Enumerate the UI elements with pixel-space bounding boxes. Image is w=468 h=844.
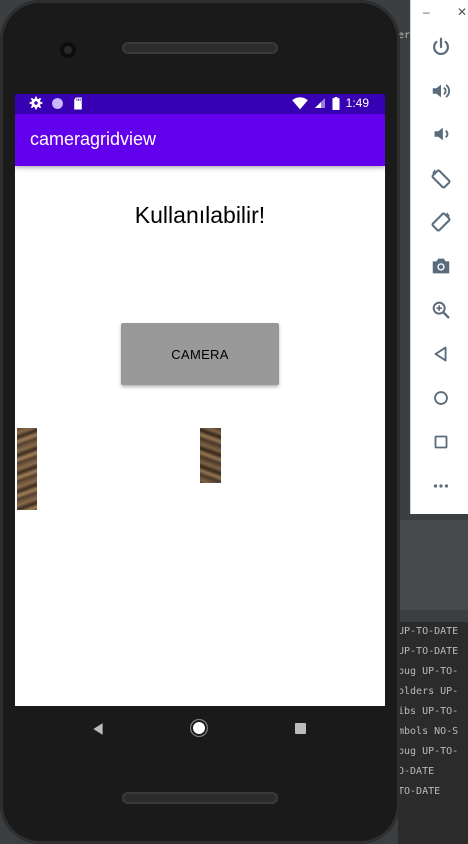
app-title: cameragridview bbox=[30, 129, 157, 149]
app-bar: cameragridview bbox=[15, 114, 385, 166]
overview-icon bbox=[434, 435, 448, 449]
navigation-bar bbox=[15, 706, 385, 750]
front-camera bbox=[60, 42, 76, 58]
log-line: bug UP-TO- bbox=[398, 666, 459, 677]
minimize-button[interactable]: – bbox=[423, 4, 430, 20]
log-line: ibs UP-TO- bbox=[398, 706, 459, 717]
power-icon bbox=[433, 37, 449, 56]
more-icon bbox=[433, 484, 449, 488]
grid-image-thumbnail[interactable] bbox=[17, 428, 37, 510]
rotate-right-button[interactable] bbox=[427, 208, 455, 236]
volume-up-button[interactable] bbox=[427, 77, 455, 105]
phone-screen: 1:49 cameragridview Kullanılabilir! CAME… bbox=[15, 94, 385, 706]
log-line: olders UP- bbox=[398, 686, 459, 697]
volume-down-button[interactable] bbox=[427, 120, 455, 148]
log-line: UP-TO-DATE bbox=[398, 626, 459, 637]
bottom-speaker bbox=[122, 792, 278, 804]
top-speaker bbox=[122, 42, 278, 54]
log-line: bug UP-TO- bbox=[398, 746, 459, 757]
log-line: TO-DATE bbox=[398, 786, 441, 797]
home-button[interactable] bbox=[427, 384, 455, 412]
settings-icon bbox=[29, 96, 43, 110]
signal-icon bbox=[314, 98, 325, 108]
zoom-button[interactable] bbox=[427, 296, 455, 324]
emulator-toolbar: – ✕ bbox=[410, 0, 468, 514]
zoom-icon bbox=[432, 301, 450, 319]
more-button[interactable] bbox=[427, 472, 455, 500]
nav-back-icon[interactable] bbox=[91, 722, 105, 736]
rotate-right-icon bbox=[431, 212, 451, 232]
log-line: UP-TO-DATE bbox=[398, 646, 459, 657]
camera-button[interactable]: CAMERA bbox=[121, 323, 279, 385]
volume-up-icon bbox=[432, 84, 450, 98]
volume-down-icon bbox=[434, 127, 449, 141]
overview-button[interactable] bbox=[427, 428, 455, 456]
status-label: Kullanılabilir! bbox=[134, 202, 266, 228]
ide-panel-strip bbox=[400, 520, 468, 610]
log-line: O-DATE bbox=[398, 766, 435, 777]
phone-frame: 1:49 cameragridview Kullanılabilir! CAME… bbox=[0, 0, 400, 844]
window-controls: – ✕ bbox=[423, 4, 467, 20]
log-line: mbols NO-S bbox=[398, 726, 459, 737]
back-button[interactable] bbox=[427, 340, 455, 368]
camera-icon bbox=[432, 258, 450, 274]
sync-dot-icon bbox=[52, 97, 63, 109]
sd-card-icon bbox=[74, 97, 82, 109]
home-icon bbox=[434, 391, 448, 405]
power-button[interactable] bbox=[427, 33, 455, 61]
screenshot-button[interactable] bbox=[427, 252, 455, 280]
nav-recents-icon[interactable] bbox=[295, 723, 306, 734]
nav-home-icon[interactable] bbox=[191, 720, 207, 736]
status-bar: 1:49 bbox=[15, 94, 385, 114]
back-icon bbox=[434, 346, 447, 362]
ide-build-log: UP-TO-DATE UP-TO-DATE bug UP-TO- olders … bbox=[398, 622, 468, 844]
close-button[interactable]: ✕ bbox=[457, 4, 467, 20]
rotate-left-button[interactable] bbox=[427, 165, 455, 193]
clock: 1:49 bbox=[345, 96, 369, 110]
wifi-icon bbox=[291, 96, 308, 109]
battery-icon bbox=[332, 96, 340, 110]
rotate-left-icon bbox=[431, 169, 451, 189]
grid-image-thumbnail[interactable] bbox=[200, 428, 221, 483]
